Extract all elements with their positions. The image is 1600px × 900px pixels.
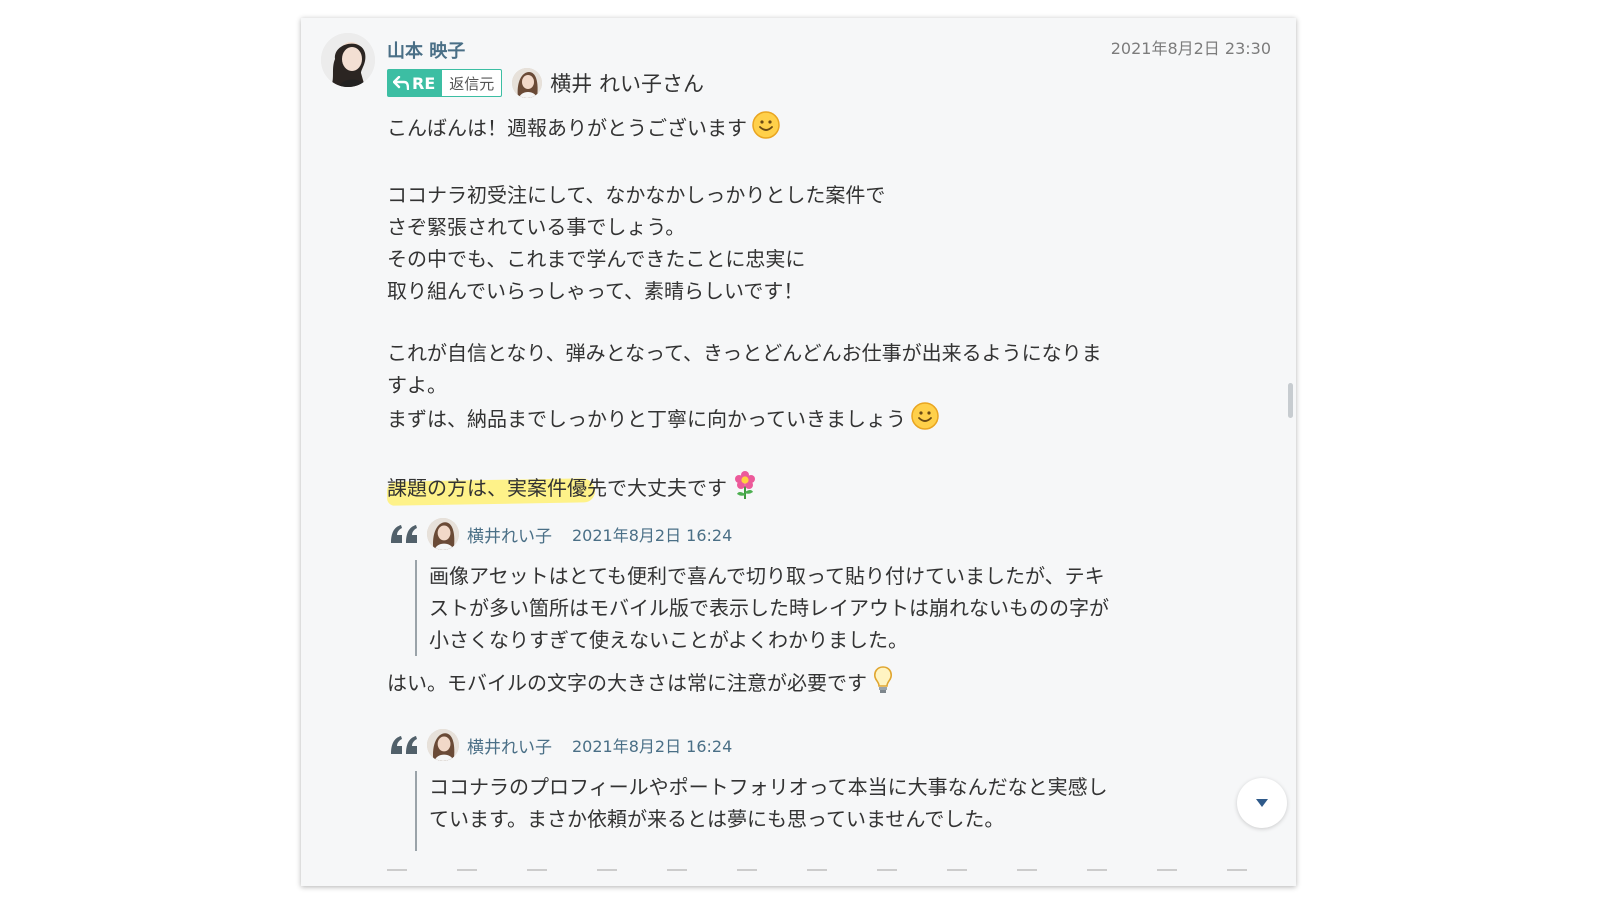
reply-to-name: 横井 れい子さん bbox=[550, 72, 704, 96]
message-body: こんばんは！週報ありがとうございます ココナラ初受注にして、なかなかしっかりとし… bbox=[387, 110, 1177, 509]
flower-emoji-icon bbox=[731, 470, 759, 509]
quote-date: 2021年8月2日 16:24 bbox=[572, 737, 733, 756]
quote-line: 小さくなりすぎて使えないことがよくわかりました。 bbox=[429, 628, 908, 652]
quote-header: 横井れい子 2021年8月2日 16:24 bbox=[389, 729, 732, 761]
reply-badge[interactable]: RE bbox=[387, 69, 442, 97]
quote-block: 画像アセットはとても便利で喜んで切り取って貼り付けていましたが、テキ ストが多い… bbox=[415, 560, 1109, 656]
truncated-text-edge bbox=[387, 869, 1247, 871]
body-line: 取り組んでいらっしゃって、素晴らしいです！ bbox=[387, 279, 804, 303]
quote-header: 横井れい子 2021年8月2日 16:24 bbox=[389, 518, 732, 550]
author-avatar[interactable] bbox=[321, 33, 375, 87]
body-line: 課題の方は、実案件優先で大丈夫です bbox=[387, 470, 1177, 509]
quote-line: ストが多い箇所はモバイル版で表示した時レイアウトは崩れないものの字が bbox=[429, 596, 1109, 620]
body-line: ココナラ初受注にして、なかなかしっかりとした案件で bbox=[387, 183, 886, 207]
reply-indicator: RE 返信元 横井 れい子さん bbox=[387, 67, 704, 99]
body-line: まずは、納品までしっかりと丁寧に向かっていきましょう bbox=[387, 401, 1177, 440]
quote-author-avatar[interactable] bbox=[427, 518, 459, 550]
body-line: これが自信となり、弾みとなって、きっとどんどんお仕事が出来るようになりま bbox=[387, 341, 1102, 365]
quote-author-name[interactable]: 横井れい子 bbox=[467, 522, 552, 547]
author-name[interactable]: 山本 映子 bbox=[387, 37, 465, 63]
reply-source-link[interactable]: 返信元 bbox=[441, 69, 503, 97]
reply-to-user[interactable]: 横井 れい子さん bbox=[512, 68, 704, 98]
body-line: こんばんは！週報ありがとうございます bbox=[387, 110, 1177, 149]
quote-line: ています。まさか依頼が来るとは夢にも思っていませんでした。 bbox=[429, 807, 1005, 831]
scroll-down-button[interactable] bbox=[1237, 778, 1287, 828]
scrollbar-thumb[interactable] bbox=[1288, 383, 1293, 418]
quote-mark-icon bbox=[391, 736, 417, 754]
reply-arrow-icon bbox=[393, 76, 409, 90]
quote-mark-icon bbox=[391, 525, 417, 543]
body-line: すよ。 bbox=[387, 373, 447, 397]
body-line: さぞ緊張されている事でしょう。 bbox=[387, 215, 686, 239]
quote-line: ココナラのプロフィールやポートフォリオって本当に大事なんだなと実感し bbox=[429, 775, 1108, 799]
quote-date: 2021年8月2日 16:24 bbox=[572, 526, 733, 545]
quote-author-avatar[interactable] bbox=[427, 729, 459, 761]
quote-block: ココナラのプロフィールやポートフォリオって本当に大事なんだなと実感し ています。… bbox=[415, 771, 1108, 851]
lightbulb-emoji-icon bbox=[871, 664, 895, 705]
reply-to-avatar bbox=[512, 68, 543, 98]
quote-reply: はい。モバイルの文字の大きさは常に注意が必要です bbox=[387, 664, 895, 705]
smile-emoji-icon bbox=[910, 401, 940, 440]
post-timestamp: 2021年8月2日 23:30 bbox=[1110, 39, 1271, 58]
message-card: 山本 映子 2021年8月2日 23:30 RE 返信元 横井 れい子さん こん… bbox=[301, 18, 1296, 886]
body-line: その中でも、これまで学んできたことに忠実に bbox=[387, 247, 806, 271]
quote-line: 画像アセットはとても便利で喜んで切り取って貼り付けていましたが、テキ bbox=[429, 564, 1105, 588]
quote-author-name[interactable]: 横井れい子 bbox=[467, 733, 552, 758]
reply-badge-label: RE bbox=[412, 73, 436, 93]
chevron-down-icon bbox=[1256, 799, 1268, 807]
smile-emoji-icon bbox=[751, 110, 781, 149]
